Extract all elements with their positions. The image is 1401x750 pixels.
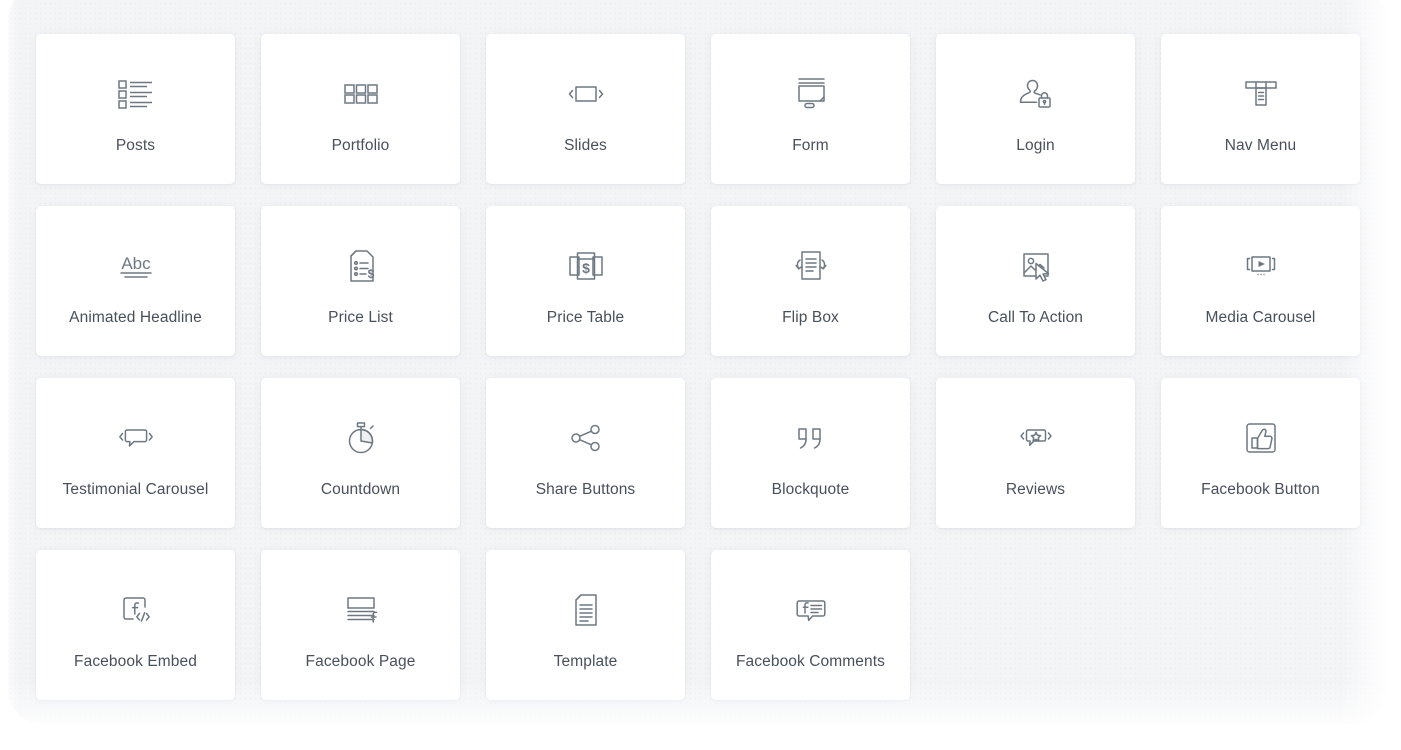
price-table-dollar-icon: $ [558, 238, 614, 294]
widget-card-label: Price List [328, 309, 393, 326]
widget-card-price-table[interactable]: $ Price Table [486, 206, 685, 356]
template-document-icon [558, 582, 614, 638]
blockquote-quotes-icon [783, 410, 839, 466]
widget-card-label: Slides [564, 137, 607, 154]
form-monitor-icon [783, 66, 839, 122]
price-list-document-icon: $ [333, 238, 389, 294]
widget-card-testimonial-carousel[interactable]: Testimonial Carousel [36, 378, 235, 528]
widget-card-countdown[interactable]: Countdown [261, 378, 460, 528]
login-user-lock-icon [1008, 66, 1064, 122]
flip-box-rotate-icon [783, 238, 839, 294]
widget-card-label: Portfolio [331, 137, 390, 154]
widget-card-blockquote[interactable]: Blockquote [711, 378, 910, 528]
widget-card-label: Nav Menu [1224, 137, 1297, 154]
widget-card-reviews[interactable]: Reviews [936, 378, 1135, 528]
widget-card-slides[interactable]: Slides [486, 34, 685, 184]
widget-card-login[interactable]: Login [936, 34, 1135, 184]
widget-grid: Posts Portfolio Slides Form Login Nav Me… [36, 34, 1361, 700]
widget-card-share-buttons[interactable]: Share Buttons [486, 378, 685, 528]
widget-card-template[interactable]: Template [486, 550, 685, 700]
widget-card-animated-headline[interactable]: Abc Animated Headline [36, 206, 235, 356]
widget-card-label: Login [1016, 137, 1055, 154]
widget-card-media-carousel[interactable]: Media Carousel [1161, 206, 1360, 356]
widget-card-facebook-page[interactable]: Facebook Page [261, 550, 460, 700]
widget-card-label: Template [553, 653, 618, 670]
facebook-embed-code-icon [108, 582, 164, 638]
widget-card-label: Form [792, 137, 829, 154]
widget-card-label: Media Carousel [1205, 309, 1316, 326]
facebook-page-icon [333, 582, 389, 638]
widget-panel-stage: Posts Portfolio Slides Form Login Nav Me… [0, 0, 1401, 750]
share-nodes-icon [558, 410, 614, 466]
testimonial-carousel-speech-icon [108, 410, 164, 466]
widget-card-nav-menu[interactable]: Nav Menu [1161, 34, 1360, 184]
widget-card-label: Call To Action [987, 309, 1084, 326]
call-to-action-image-cursor-icon [1008, 238, 1064, 294]
portfolio-grid-icon [333, 66, 389, 122]
reviews-star-speech-icon [1008, 410, 1064, 466]
svg-text:$: $ [367, 267, 374, 281]
widget-card-label: Countdown [320, 481, 401, 498]
widget-card-facebook-button[interactable]: Facebook Button [1161, 378, 1360, 528]
widget-card-label: Facebook Comments [735, 653, 885, 670]
panel-left-fade [0, 0, 18, 750]
widget-card-label: Animated Headline [69, 309, 202, 326]
widget-card-portfolio[interactable]: Portfolio [261, 34, 460, 184]
widget-card-flip-box[interactable]: Flip Box [711, 206, 910, 356]
widget-card-form[interactable]: Form [711, 34, 910, 184]
widget-card-label: Testimonial Carousel [62, 481, 209, 498]
grid-empty-cell [936, 550, 1135, 700]
slides-carousel-icon [558, 66, 614, 122]
widget-card-label: Price Table [546, 309, 625, 326]
widget-card-facebook-embed[interactable]: Facebook Embed [36, 550, 235, 700]
widget-card-label: Posts [115, 137, 156, 154]
widget-card-label: Facebook Button [1201, 481, 1320, 498]
widget-card-label: Share Buttons [535, 481, 636, 498]
widget-card-label: Flip Box [782, 309, 839, 326]
nav-menu-dropdown-icon [1233, 66, 1289, 122]
widget-card-label: Facebook Embed [74, 653, 197, 670]
widget-card-call-to-action[interactable]: Call To Action [936, 206, 1135, 356]
countdown-stopwatch-icon [333, 410, 389, 466]
media-carousel-play-icon [1233, 238, 1289, 294]
widget-card-facebook-comments[interactable]: Facebook Comments [711, 550, 910, 700]
widget-card-label: Reviews [1005, 481, 1066, 498]
svg-text:$: $ [582, 260, 590, 276]
grid-empty-cell [1161, 550, 1360, 700]
facebook-thumbs-up-icon [1233, 410, 1289, 466]
panel-bottom-fade [0, 680, 1401, 750]
posts-list-icon [108, 66, 164, 122]
widget-card-label: Blockquote [771, 481, 850, 498]
widget-card-price-list[interactable]: $ Price List [261, 206, 460, 356]
facebook-comments-icon [783, 582, 839, 638]
panel-right-fade [1341, 0, 1401, 750]
widget-card-posts[interactable]: Posts [36, 34, 235, 184]
widget-card-label: Facebook Page [305, 653, 416, 670]
animated-headline-abc-icon: Abc [108, 238, 164, 294]
svg-text:Abc: Abc [121, 254, 151, 273]
